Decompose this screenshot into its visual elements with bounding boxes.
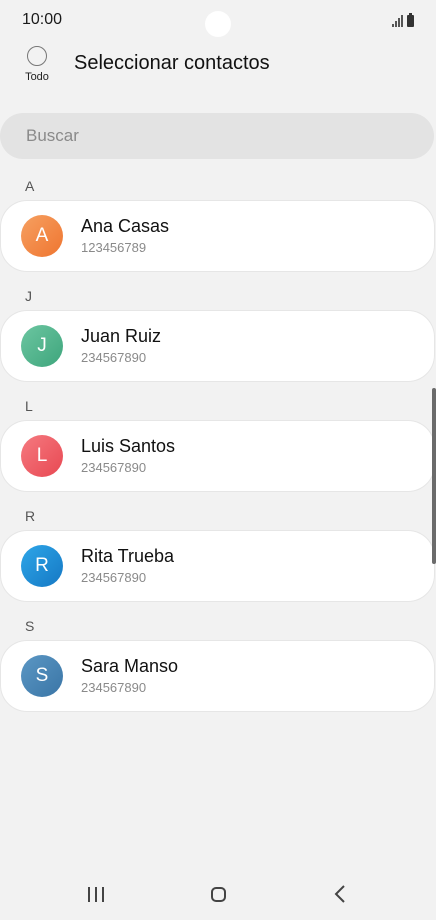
section-header-r: R [25, 508, 36, 524]
contact-item-ana-casas[interactable]: A Ana Casas 123456789 [1, 201, 434, 271]
contact-name: Juan Ruiz [81, 326, 162, 346]
search-input[interactable]: Buscar [0, 113, 434, 159]
back-button[interactable] [310, 868, 370, 920]
contact-item-rita-trueba[interactable]: R Rita Trueba 234567890 [1, 531, 434, 601]
contact-item-juan-ruiz[interactable]: J Juan Ruiz 234567890 [1, 311, 434, 381]
avatar: A [21, 215, 63, 257]
avatar: S [21, 655, 63, 697]
battery-icon [407, 13, 414, 27]
home-button[interactable] [188, 868, 248, 920]
avatar: L [21, 435, 63, 477]
select-all-checkbox[interactable]: Todo [20, 46, 54, 90]
contact-name: Luis Santos [81, 436, 176, 456]
status-icons [392, 13, 414, 27]
status-time: 10:00 [22, 11, 63, 28]
contact-number: 234567890 [81, 350, 147, 365]
scrollbar[interactable] [432, 388, 436, 564]
contact-item-luis-santos[interactable]: L Luis Santos 234567890 [1, 421, 434, 491]
recent-apps-button[interactable] [66, 868, 126, 920]
section-header-a: A [25, 178, 35, 194]
contact-number: 234567890 [81, 460, 147, 475]
contact-number: 234567890 [81, 680, 147, 695]
camera-cutout [205, 11, 231, 37]
avatar: J [21, 325, 63, 367]
header: Todo Seleccionar contactos [0, 44, 436, 104]
search-placeholder: Buscar [26, 126, 79, 145]
contact-number: 234567890 [81, 570, 147, 585]
checkbox-circle-icon [27, 46, 47, 66]
signal-icon [392, 15, 403, 27]
contact-number: 123456789 [81, 240, 147, 255]
contact-name: Rita Trueba [81, 546, 175, 566]
contact-item-sara-manso[interactable]: S Sara Manso 234567890 [1, 641, 434, 711]
section-header-l: L [25, 398, 33, 414]
contact-name: Ana Casas [81, 216, 170, 236]
navigation-bar [0, 868, 436, 920]
back-icon [334, 885, 345, 903]
page-title: Seleccionar contactos [74, 52, 270, 74]
contact-name: Sara Manso [81, 656, 179, 676]
avatar: R [21, 545, 63, 587]
home-icon [210, 886, 226, 902]
section-header-j: J [25, 288, 32, 304]
section-header-s: S [25, 618, 35, 634]
recent-apps-icon [88, 886, 104, 902]
status-bar: 10:00 [0, 0, 436, 40]
select-all-label: Todo [25, 71, 49, 83]
